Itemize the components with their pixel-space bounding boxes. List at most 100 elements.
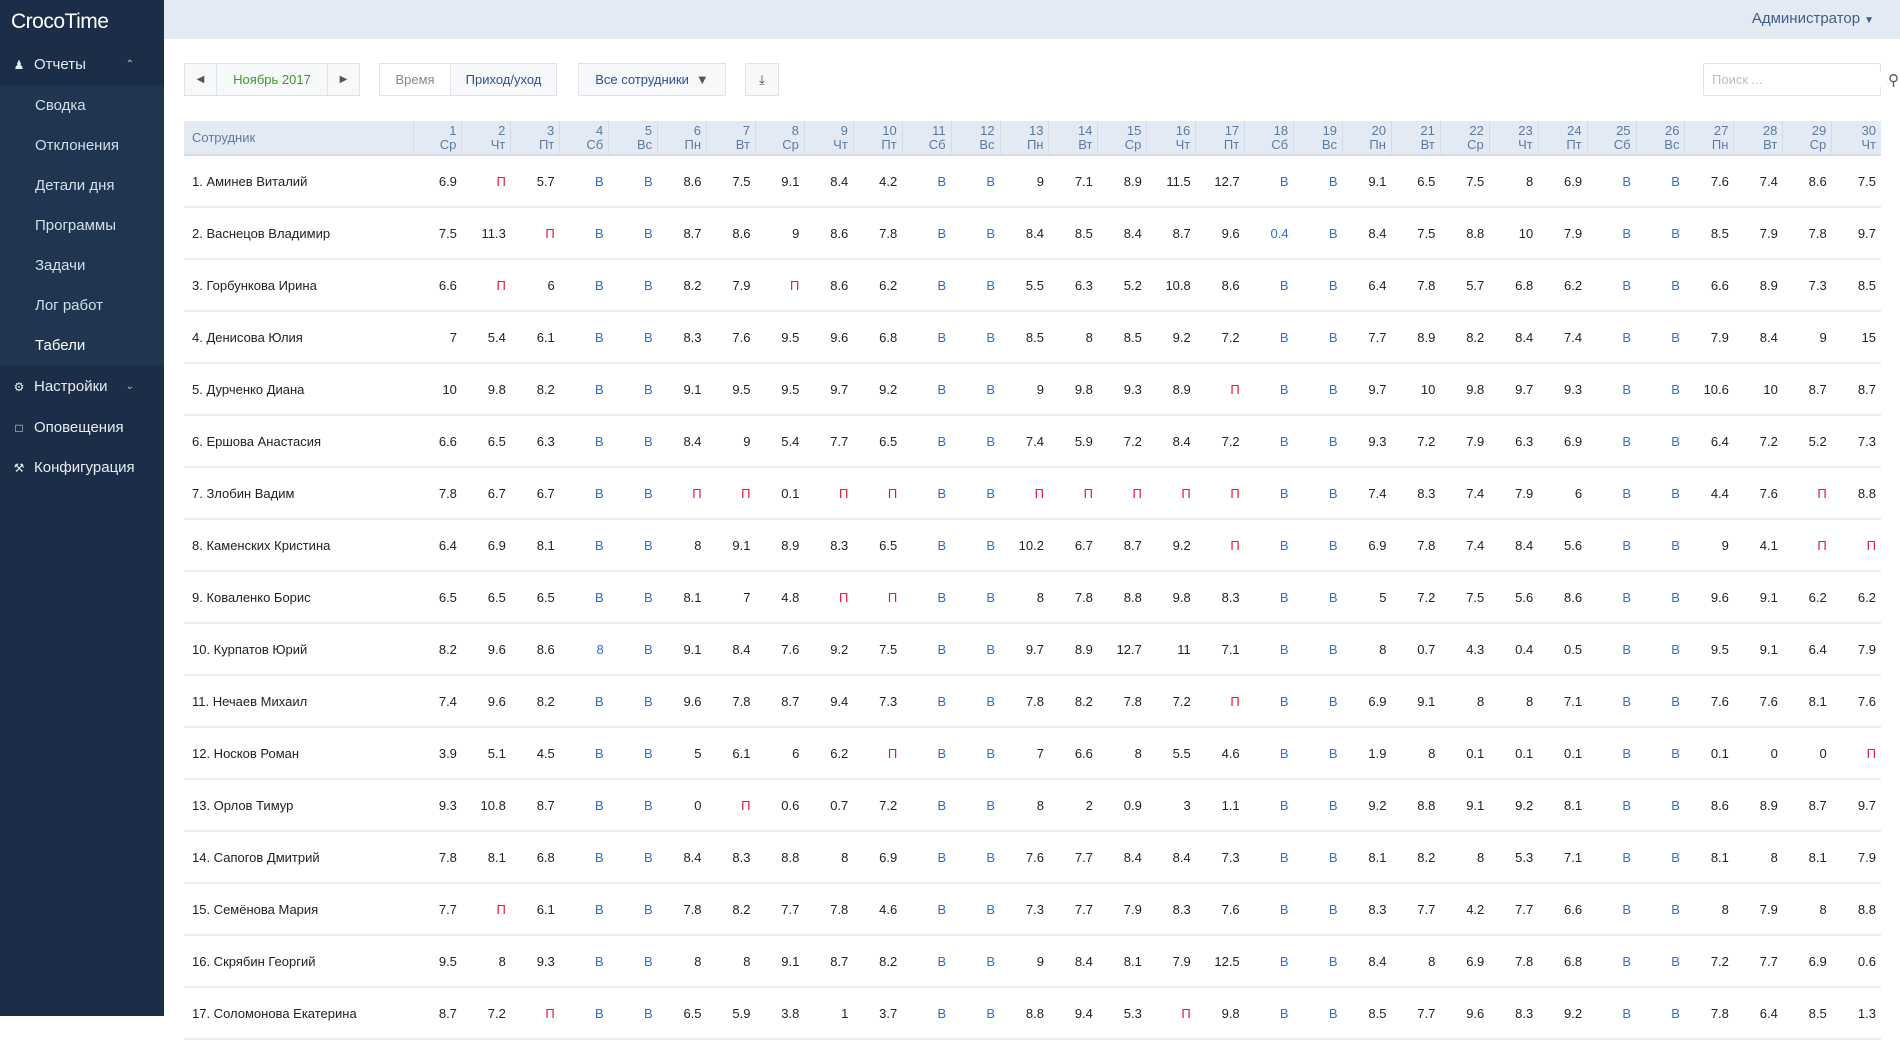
day-cell[interactable]: В [1636, 571, 1685, 624]
day-cell[interactable]: 7.6 [755, 623, 805, 676]
day-cell[interactable]: В [902, 571, 952, 624]
day-cell[interactable]: 7.5 [1391, 207, 1441, 260]
day-cell[interactable]: В [1587, 311, 1637, 364]
day-cell[interactable]: В [1636, 259, 1685, 312]
day-cell[interactable]: В [951, 779, 1001, 832]
day-cell[interactable]: В [559, 727, 609, 780]
day-cell[interactable]: 8.3 [1342, 883, 1392, 936]
employee-name[interactable]: 11. Нечаев Михаил [184, 675, 413, 728]
day-cell[interactable]: 9.7 [1489, 363, 1539, 416]
table-row[interactable]: 6. Ершова Анастасия 6.6 6.5 6.3 В В 8.4 9 5.4 7.7… [184, 415, 1881, 468]
day-cell[interactable]: 7.8 [413, 831, 462, 884]
day-cell[interactable]: В [608, 363, 658, 416]
day-cell[interactable]: 8.7 [755, 675, 805, 728]
day-cell[interactable]: 9.6 [1195, 207, 1245, 260]
day-cell[interactable]: В [951, 623, 1001, 676]
day-cell[interactable]: 7.4 [1000, 415, 1049, 468]
day-cell[interactable]: В [1293, 883, 1343, 936]
employee-name[interactable]: 12. Носков Роман [184, 727, 413, 780]
day-cell[interactable]: 8.7 [1146, 207, 1196, 260]
sidebar-item-notifications[interactable]: □ Оповещения [0, 408, 164, 448]
day-cell[interactable]: 8.2 [413, 623, 462, 676]
day-cell[interactable]: 9.4 [804, 675, 854, 728]
day-cell[interactable]: 7.7 [1048, 831, 1098, 884]
day-cell[interactable]: 7.5 [1440, 571, 1490, 624]
day-cell[interactable]: 8.7 [413, 987, 462, 1040]
day-cell[interactable]: П [804, 467, 854, 520]
employee-name[interactable]: 13. Орлов Тимур [184, 779, 413, 832]
day-cell[interactable]: 7.6 [1733, 467, 1783, 520]
day-cell[interactable]: П [1195, 363, 1245, 416]
day-cell[interactable]: 8.2 [510, 363, 560, 416]
day-cell[interactable]: 9.6 [461, 675, 511, 728]
day-cell[interactable]: В [902, 623, 952, 676]
day-cell[interactable]: 7.9 [706, 259, 756, 312]
day-cell[interactable]: 9.7 [1000, 623, 1049, 676]
day-cell[interactable]: 7.7 [1733, 935, 1783, 988]
day-cell[interactable]: 7.2 [1733, 415, 1783, 468]
day-cell[interactable]: В [1587, 675, 1637, 728]
day-cell[interactable]: 8.4 [1146, 831, 1196, 884]
next-month-button[interactable]: ▶ [327, 64, 359, 95]
day-cell[interactable]: 5.6 [1489, 571, 1539, 624]
day-cell[interactable]: 6.4 [413, 519, 462, 572]
day-cell[interactable]: 6.6 [1048, 727, 1098, 780]
day-cell[interactable]: В [951, 987, 1001, 1040]
day-cell[interactable]: В [1293, 415, 1343, 468]
day-cell[interactable]: 7.3 [1000, 883, 1049, 936]
day-cell[interactable]: В [559, 675, 609, 728]
day-cell[interactable]: 8.9 [1391, 311, 1441, 364]
day-cell[interactable]: 6.3 [1048, 259, 1098, 312]
day-cell[interactable]: 8.4 [706, 623, 756, 676]
search-icon[interactable]: ⚲ [1888, 71, 1899, 89]
day-cell[interactable]: 8 [1391, 727, 1441, 780]
day-cell[interactable]: В [902, 311, 952, 364]
day-cell[interactable]: В [902, 259, 952, 312]
employees-filter-button[interactable]: Все сотрудники ▼ [578, 63, 726, 96]
day-cell[interactable]: 6.2 [1782, 571, 1832, 624]
day-cell[interactable]: В [1636, 311, 1685, 364]
day-cell[interactable]: В [1244, 155, 1294, 208]
day-cell[interactable]: 9 [1000, 155, 1049, 208]
day-cell[interactable]: В [951, 467, 1001, 520]
day-cell[interactable]: В [608, 987, 658, 1040]
day-cell[interactable]: 7.5 [1831, 155, 1881, 208]
day-cell[interactable]: 0.7 [1391, 623, 1441, 676]
day-cell[interactable]: 6.9 [1538, 415, 1588, 468]
table-row[interactable]: 15. Семёнова Мария 7.7 П 6.1 В В 7.8 8.2 7.7 7.8 4… [184, 883, 1881, 936]
day-cell[interactable]: П [1195, 467, 1245, 520]
day-cell[interactable]: 7.6 [1000, 831, 1049, 884]
day-cell[interactable]: 8.4 [1097, 207, 1147, 260]
day-cell[interactable]: В [1636, 623, 1685, 676]
download-button[interactable]: ⤓ [745, 63, 779, 96]
day-cell[interactable]: 12.7 [1097, 623, 1147, 676]
day-cell[interactable]: 7.3 [1831, 415, 1881, 468]
day-cell[interactable]: 8 [1342, 623, 1392, 676]
day-cell[interactable]: В [951, 311, 1001, 364]
day-cell[interactable]: 9.8 [1195, 987, 1245, 1040]
day-cell[interactable]: П [1146, 987, 1196, 1040]
day-cell[interactable]: П [461, 883, 511, 936]
day-cell[interactable]: 8.2 [1391, 831, 1441, 884]
day-cell[interactable]: В [902, 883, 952, 936]
day-cell[interactable]: В [902, 935, 952, 988]
day-cell[interactable]: 8.6 [1195, 259, 1245, 312]
day-cell[interactable]: 7.8 [706, 675, 756, 728]
day-cell[interactable]: 9.3 [1538, 363, 1588, 416]
day-cell[interactable]: 8.8 [1000, 987, 1049, 1040]
day-cell[interactable]: 9.8 [1048, 363, 1098, 416]
day-cell[interactable]: 5.5 [1000, 259, 1049, 312]
day-cell[interactable]: 7.6 [1684, 155, 1734, 208]
day-cell[interactable]: 11.5 [1146, 155, 1196, 208]
employee-name[interactable]: 5. Дурченко Диана [184, 363, 413, 416]
day-cell[interactable]: 10 [1733, 363, 1783, 416]
day-cell[interactable]: 7.8 [804, 883, 854, 936]
day-cell[interactable]: В [951, 571, 1001, 624]
day-cell[interactable]: В [559, 935, 609, 988]
day-cell[interactable]: 6.6 [1684, 259, 1734, 312]
day-cell[interactable]: 7.8 [413, 467, 462, 520]
day-cell[interactable]: В [951, 519, 1001, 572]
day-cell[interactable]: В [1244, 467, 1294, 520]
table-row[interactable]: 4. Денисова Юлия 7 5.4 6.1 В В 8.3 7.6 9.5 9.6 6.8… [184, 311, 1881, 364]
day-cell[interactable]: 7.7 [1048, 883, 1098, 936]
